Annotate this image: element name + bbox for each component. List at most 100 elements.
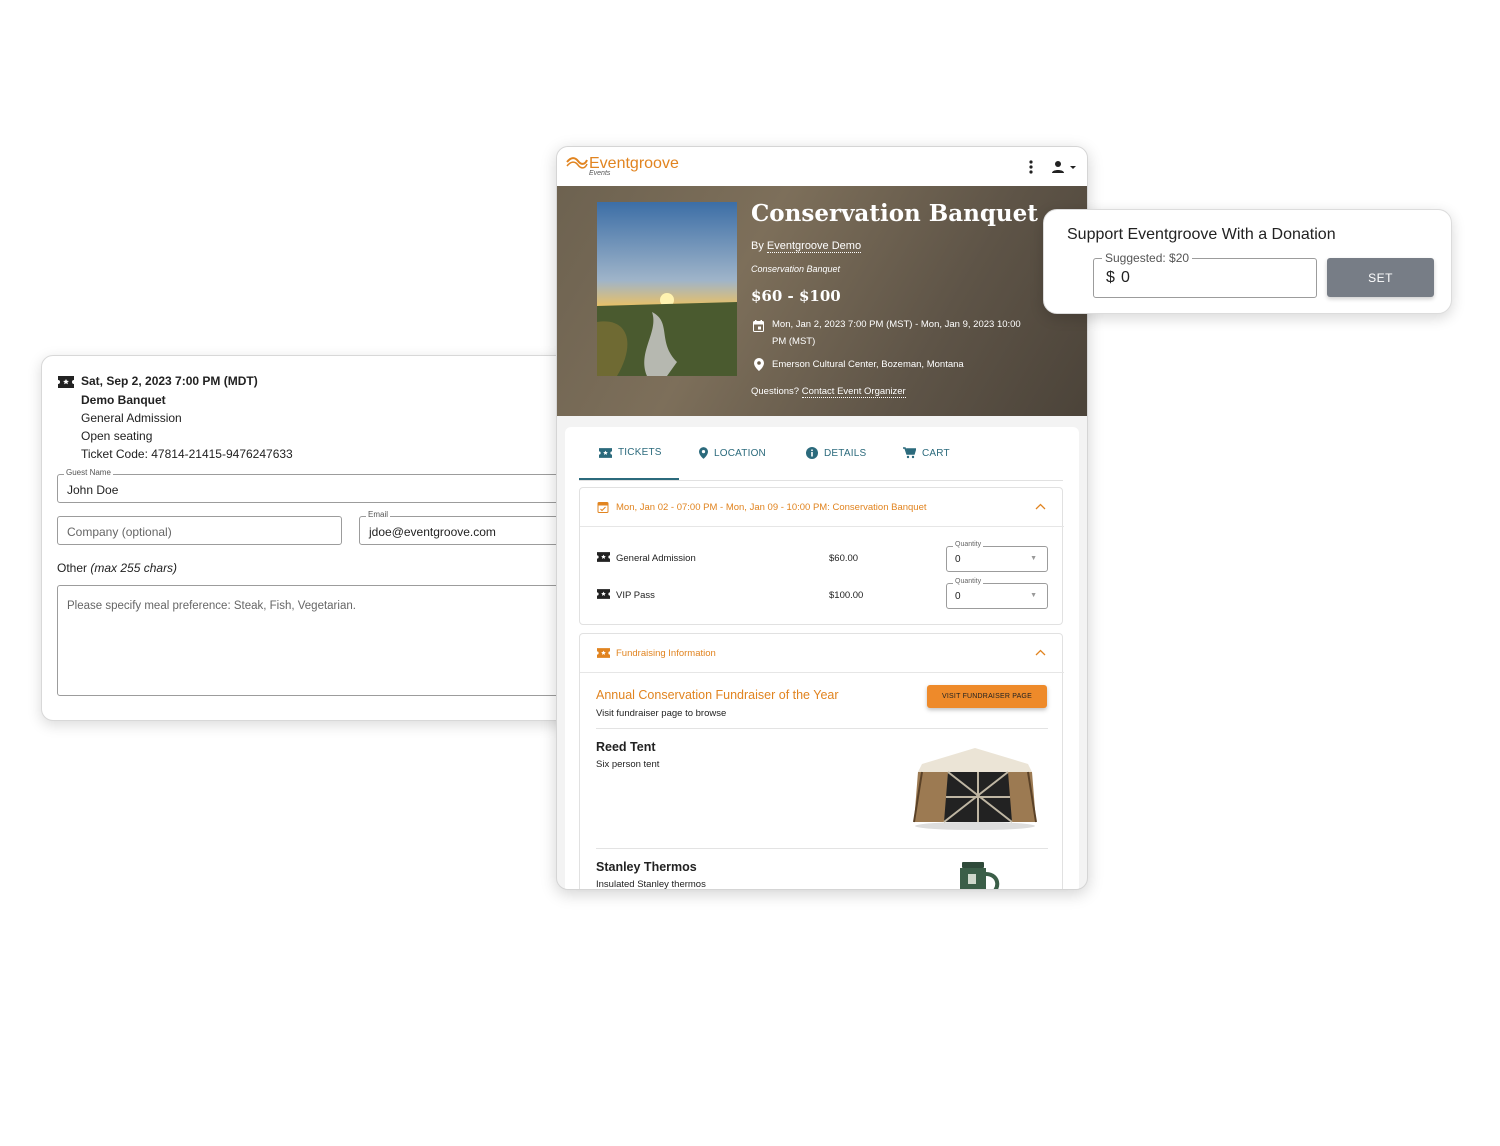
donation-card: Support Eventgroove With a Donation Sugg… <box>1043 209 1452 314</box>
other-label: Other <box>57 561 88 575</box>
location-pin-icon <box>699 447 708 459</box>
tent-image <box>913 748 1037 830</box>
item-description: Insulated Stanley thermos <box>596 879 706 890</box>
fundraising-section-header[interactable]: Fundraising Information <box>580 634 1064 673</box>
event-dates-line2: PM (MST) <box>772 336 816 347</box>
attendee-details-card: Sat, Sep 2, 2023 7:00 PM (MDT) Demo Banq… <box>41 355 601 721</box>
event-image <box>597 202 737 376</box>
event-hero: Conservation Banquet By Eventgroove Demo… <box>557 186 1087 416</box>
set-donation-button[interactable]: SET <box>1327 258 1434 297</box>
cart-icon <box>903 447 916 459</box>
event-price-range: $60 - $100 <box>751 287 841 305</box>
ticket-row: General Admission $60.00 Quantity 0 ▼ <box>580 541 1064 577</box>
thermos-image <box>960 862 1000 889</box>
company-placeholder: Company (optional) <box>67 525 172 539</box>
location-pin-icon <box>754 358 764 376</box>
item-description: Six person tent <box>596 759 660 770</box>
donation-suggested-label: Suggested: $20 <box>1102 251 1193 265</box>
ticket-price: $100.00 <box>829 590 864 601</box>
ticket-icon <box>599 447 612 458</box>
event-title: Conservation Banquet <box>751 200 1038 227</box>
info-icon <box>806 447 818 459</box>
visit-fundraiser-button[interactable]: VISIT FUNDRAISER PAGE <box>927 685 1047 708</box>
event-content-panel: TICKETS LOCATION DETAILS CART Mon, Jan 0… <box>565 427 1079 890</box>
ticket-name: General Admission <box>616 553 696 564</box>
questions-line: Questions? Contact Event Organizer <box>751 386 906 398</box>
event-organizer-line: By Eventgroove Demo <box>751 240 862 253</box>
account-icon[interactable] <box>1051 159 1079 180</box>
company-field[interactable]: Company (optional) <box>57 516 342 545</box>
brand-wave-icon <box>566 157 588 169</box>
questions-prefix: Questions? <box>751 386 800 397</box>
fundraiser-subtitle: Visit fundraiser page to browse <box>596 708 727 719</box>
tab-cart-label: CART <box>922 447 950 459</box>
chevron-up-icon[interactable] <box>1035 503 1046 510</box>
divider <box>596 848 1048 849</box>
fundraising-section: Fundraising Information Annual Conservat… <box>579 633 1064 890</box>
donation-amount-field[interactable]: Suggested: $20 $ 0 <box>1093 251 1317 298</box>
more-vertical-icon[interactable] <box>1029 159 1033 175</box>
ticket-price: $60.00 <box>829 553 859 564</box>
event-dates-line1: Mon, Jan 2, 2023 7:00 PM (MST) - Mon, Ja… <box>772 319 1021 330</box>
email-value: jdoe@eventgroove.com <box>369 525 496 539</box>
tab-details[interactable]: DETAILS <box>806 447 866 459</box>
attendee-ticket-type: General Admission <box>81 411 182 425</box>
other-placeholder: Please specify meal preference: Steak, F… <box>67 600 356 612</box>
attendee-date: Sat, Sep 2, 2023 7:00 PM (MDT) <box>81 374 258 388</box>
quantity-label: Quantity <box>953 541 984 548</box>
brand-subtitle: Events <box>589 170 611 177</box>
other-hint: (max 255 chars) <box>90 561 178 575</box>
tabs-divider <box>579 480 1063 481</box>
event-page-card: Eventgroove Events Conservation Banquet … <box>556 146 1088 890</box>
ticket-icon <box>597 589 610 599</box>
quantity-label: Quantity <box>953 578 984 585</box>
quantity-select[interactable]: Quantity 0 ▼ <box>946 541 1048 572</box>
calendar-icon <box>753 319 764 337</box>
ticket-icon <box>58 375 74 393</box>
contact-organizer-link[interactable]: Contact Event Organizer <box>801 386 906 398</box>
tab-tickets[interactable]: TICKETS <box>599 447 662 458</box>
other-label-row: Other (max 255 chars) <box>57 561 177 575</box>
donation-amount-value: 0 <box>1121 269 1130 286</box>
list-item[interactable]: Reed Tent Six person tent <box>596 740 1048 848</box>
tickets-section-title: Mon, Jan 02 - 07:00 PM - Mon, Jan 09 - 1… <box>616 502 927 513</box>
quantity-value: 0 <box>955 591 961 602</box>
item-name: Reed Tent <box>596 740 656 754</box>
fundraising-section-title: Fundraising Information <box>616 648 716 659</box>
tab-details-label: DETAILS <box>824 447 867 459</box>
fundraiser-title[interactable]: Annual Conservation Fundraiser of the Ye… <box>596 688 839 702</box>
tab-location-label: LOCATION <box>714 447 766 459</box>
organizer-prefix: By <box>751 240 764 252</box>
top-bar: Eventgroove Events <box>557 147 1087 186</box>
guest-name-label: Guest Name <box>64 468 113 477</box>
guest-name-field[interactable]: Guest Name John Doe <box>57 468 600 503</box>
donation-title: Support Eventgroove With a Donation <box>1067 226 1336 243</box>
tab-location[interactable]: LOCATION <box>699 447 766 459</box>
chevron-up-icon[interactable] <box>1035 649 1046 656</box>
chevron-down-icon: ▼ <box>1030 555 1037 562</box>
tab-cart[interactable]: CART <box>903 447 950 459</box>
ticket-name: VIP Pass <box>616 590 655 601</box>
other-textarea[interactable]: Please specify meal preference: Steak, F… <box>57 585 600 696</box>
email-label: Email <box>366 510 391 519</box>
guest-name-value: John Doe <box>67 483 119 497</box>
item-name: Stanley Thermos <box>596 860 697 874</box>
tickets-section-header[interactable]: Mon, Jan 02 - 07:00 PM - Mon, Jan 09 - 1… <box>580 488 1064 527</box>
chevron-down-icon: ▼ <box>1030 592 1037 599</box>
tickets-section: Mon, Jan 02 - 07:00 PM - Mon, Jan 09 - 1… <box>579 487 1064 625</box>
list-item[interactable]: Stanley Thermos Insulated Stanley thermo… <box>596 860 1048 890</box>
donation-currency: $ <box>1106 269 1115 286</box>
calendar-icon <box>597 502 609 513</box>
attendee-event-name: Demo Banquet <box>81 393 166 407</box>
event-subtitle: Conservation Banquet <box>751 264 841 274</box>
ticket-row: VIP Pass $100.00 Quantity 0 ▼ <box>580 578 1064 614</box>
quantity-select[interactable]: Quantity 0 ▼ <box>946 578 1048 609</box>
organizer-link[interactable]: Eventgroove Demo <box>766 240 862 253</box>
attendee-seating: Open seating <box>81 429 153 443</box>
quantity-value: 0 <box>955 554 961 565</box>
divider <box>596 728 1048 729</box>
attendee-ticket-code: Ticket Code: 47814-21415-9476247633 <box>81 447 293 461</box>
ticket-icon <box>597 648 610 658</box>
tab-tickets-label: TICKETS <box>618 447 662 458</box>
event-venue: Emerson Cultural Center, Bozeman, Montan… <box>772 359 964 370</box>
